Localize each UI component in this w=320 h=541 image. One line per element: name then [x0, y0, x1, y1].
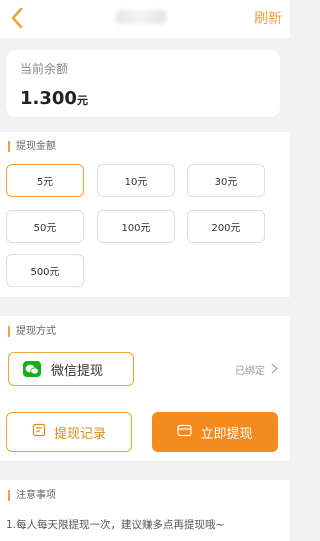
back-arrow-icon[interactable] [6, 6, 28, 30]
balance-amount: 1.300元 [20, 88, 88, 109]
amount-section-title: 提现金额 [8, 141, 56, 152]
balance-unit: 元 [76, 94, 88, 107]
withdraw-label: 立即提现 [200, 426, 253, 442]
amount-option-100[interactable]: 100元 [97, 210, 175, 243]
chevron-right-icon [271, 363, 278, 377]
withdraw-record-button[interactable]: 提现记录 [6, 412, 132, 452]
notice-section-title: 注意事项 [8, 490, 56, 501]
amount-option-10[interactable]: 10元 [97, 164, 175, 197]
record-label: 提现记录 [53, 426, 106, 442]
amount-option-5[interactable]: 5元 [6, 164, 84, 197]
top-bar: 刷新 [0, 0, 290, 38]
record-icon [32, 423, 46, 441]
wechat-icon [23, 361, 41, 377]
withdraw-now-button[interactable]: 立即提现 [152, 412, 278, 452]
amount-option-500[interactable]: 500元 [6, 254, 84, 287]
wallet-icon [177, 424, 193, 441]
bound-status[interactable]: 已绑定 [235, 362, 278, 377]
page-title [116, 10, 166, 24]
amount-option-200[interactable]: 200元 [187, 210, 265, 243]
amount-option-30[interactable]: 30元 [187, 164, 265, 197]
refresh-button[interactable]: 刷新 [254, 8, 282, 28]
method-label: 微信提现 [51, 363, 104, 379]
notice-text: 1.每人每天限提现一次，建议赚多点再提现哦~ [6, 519, 225, 531]
bound-label: 已绑定 [235, 366, 265, 377]
wechat-withdraw-option[interactable]: 微信提现 [8, 352, 134, 386]
balance-label: 当前余额 [20, 62, 69, 76]
method-section-title: 提现方式 [8, 326, 56, 337]
amount-option-50[interactable]: 50元 [6, 210, 84, 243]
balance-card: 当前余额 1.300元 [6, 50, 280, 117]
